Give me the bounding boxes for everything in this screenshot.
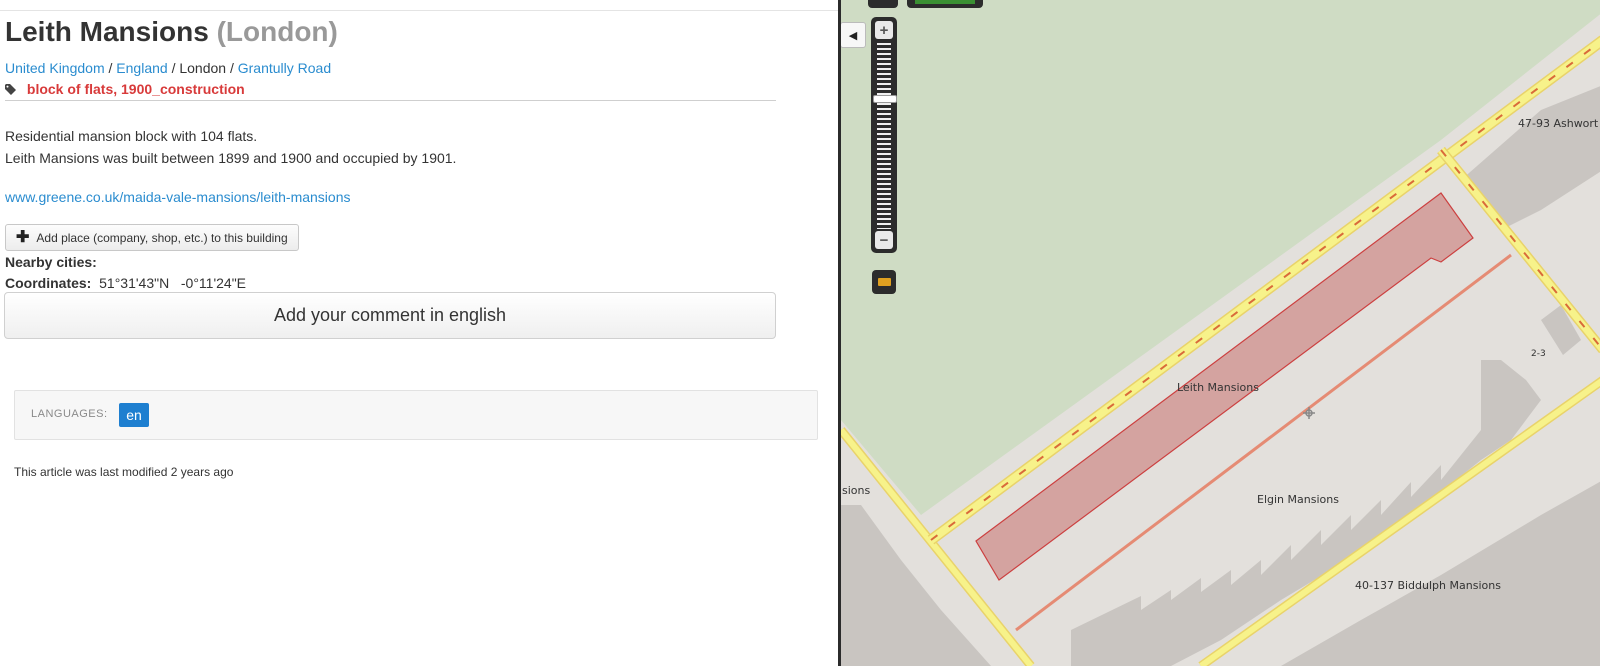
breadcrumb-country[interactable]: United Kingdom xyxy=(5,60,105,76)
language-chip-en[interactable]: en xyxy=(119,403,149,427)
category-tags: block of flats, 1900_construction xyxy=(5,81,245,97)
layers-icon xyxy=(877,278,891,286)
nearby-cities: Nearby cities: xyxy=(5,254,97,270)
languages-panel: LANGUAGES: en xyxy=(14,390,818,440)
add-place-label: Add place (company, shop, etc.) to this … xyxy=(36,230,288,245)
languages-label: LANGUAGES: xyxy=(31,408,108,420)
coordinates-lon: -0°11'24"E xyxy=(180,275,247,291)
coordinates: Coordinates: 51°31'43"N -0°11'24"E xyxy=(5,275,246,291)
zoom-slider-handle[interactable] xyxy=(873,95,897,104)
breadcrumb-region[interactable]: England xyxy=(116,60,167,76)
coordinates-label: Coordinates: xyxy=(5,275,92,291)
description: Residential mansion block with 104 flats… xyxy=(5,125,456,169)
map-label-number: 2-3 xyxy=(1531,349,1546,359)
zoom-slider[interactable] xyxy=(877,43,891,229)
divider xyxy=(5,100,776,101)
breadcrumb: United Kingdom / England / London / Gran… xyxy=(5,60,331,76)
nearby-cities-label: Nearby cities: xyxy=(5,254,97,270)
collapse-panel-button[interactable]: ◀ xyxy=(841,22,866,48)
zoom-out-button[interactable]: − xyxy=(875,231,893,249)
map-label-ashworth: 47-93 Ashwort xyxy=(1518,117,1599,130)
map-pane[interactable]: Leith Mansions Elgin Mansions 40-137 Bid… xyxy=(838,0,1600,666)
breadcrumb-separator: / xyxy=(229,60,238,76)
last-modified-note: This article was last modified 2 years a… xyxy=(14,465,234,479)
add-comment-label: Add your comment in english xyxy=(273,305,507,325)
website-link[interactable]: www.greene.co.uk/maida-vale-mansions/lei… xyxy=(5,189,351,205)
plus-icon: ✚ xyxy=(16,228,30,246)
top-toolbar-strip xyxy=(0,0,838,11)
article-pane: Leith Mansions (London) United Kingdom /… xyxy=(0,0,838,666)
map-label-elgin: Elgin Mansions xyxy=(1257,493,1339,506)
map-top-control-2[interactable] xyxy=(907,0,983,8)
layers-button[interactable] xyxy=(872,270,896,294)
add-comment-button[interactable]: Add your comment in english xyxy=(4,292,776,339)
map-label-sions: sions xyxy=(842,484,870,497)
title-city: (London) xyxy=(216,16,338,47)
breadcrumb-city: London xyxy=(179,60,227,76)
coordinates-lat: 51°31'43"N xyxy=(99,275,170,291)
description-line-1: Residential mansion block with 104 flats… xyxy=(5,128,258,144)
tags-text[interactable]: block of flats, 1900_construction xyxy=(27,81,245,97)
zoom-in-button[interactable]: + xyxy=(875,21,893,39)
page-title: Leith Mansions (London) xyxy=(5,16,338,48)
map-label-leith: Leith Mansions xyxy=(1177,381,1259,394)
add-place-button[interactable]: ✚ Add place (company, shop, etc.) to thi… xyxy=(5,224,299,251)
title-name: Leith Mansions xyxy=(5,16,209,47)
tag-icon xyxy=(5,83,16,95)
map-canvas[interactable]: Leith Mansions Elgin Mansions 40-137 Bid… xyxy=(841,0,1600,666)
description-line-2: Leith Mansions was built between 1899 an… xyxy=(5,150,457,166)
map-top-control[interactable] xyxy=(868,0,898,8)
zoom-control[interactable]: + − xyxy=(871,17,897,253)
arrow-left-icon: ◀ xyxy=(848,29,858,42)
map-label-biddulph: 40-137 Biddulph Mansions xyxy=(1355,579,1501,592)
breadcrumb-street[interactable]: Grantully Road xyxy=(238,60,331,76)
